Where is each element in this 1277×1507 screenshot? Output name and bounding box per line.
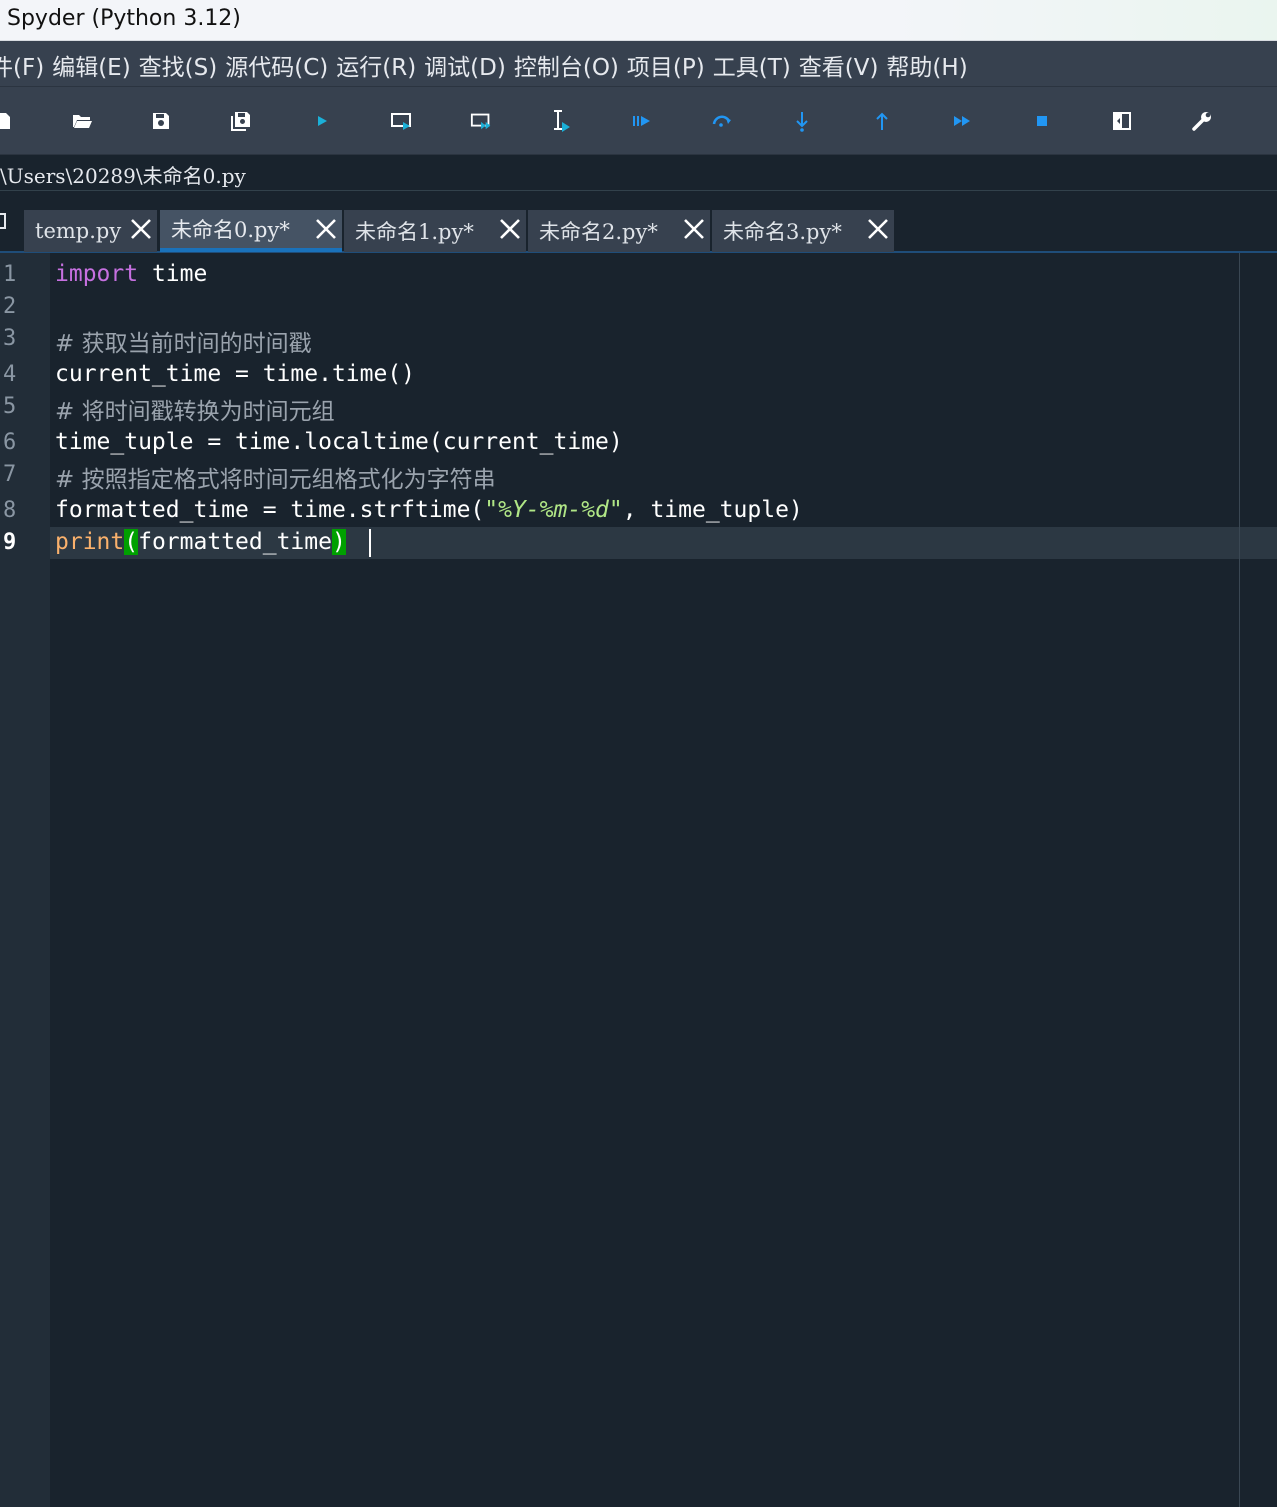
line-number: 6 (3, 430, 17, 455)
builtin-print: print (55, 529, 125, 555)
code-line-9: print(formatted_time) (55, 529, 346, 555)
edge-line (1239, 253, 1240, 1507)
run-cell-icon[interactable] (390, 109, 414, 133)
save-icon[interactable] (149, 109, 173, 133)
close-icon[interactable] (498, 217, 522, 241)
code-line-3: # 获取当前时间的时间戳 (55, 331, 312, 357)
continue-icon[interactable] (950, 109, 974, 133)
preferences-icon[interactable] (1190, 109, 1214, 133)
tab-untitled0[interactable]: 未命名0.py* (160, 210, 342, 252)
close-icon[interactable] (129, 217, 153, 241)
menu-bar: 件(F) 编辑(E) 查找(S) 源代码(C) 运行(R) 调试(D) 控制台(… (0, 41, 1277, 87)
line-number: 2 (3, 294, 17, 319)
run-selection-icon[interactable] (550, 109, 574, 133)
line-number: 5 (3, 394, 17, 419)
open-folder-icon[interactable] (70, 109, 94, 133)
file-path-bar: \Users\20289\未命名0.py (0, 155, 1277, 191)
menu-run[interactable]: 运行(R) (336, 48, 424, 82)
tab-label: 未命名2.py* (539, 220, 658, 244)
line-number: 7 (3, 462, 17, 487)
step-into-icon[interactable] (790, 109, 814, 133)
code-text: formatted_time (138, 529, 332, 555)
code-text: , time_tuple) (622, 497, 803, 523)
tab-untitled2[interactable]: 未命名2.py* (528, 210, 710, 252)
debug-icon[interactable] (630, 109, 654, 133)
menu-file[interactable]: 件(F) (0, 48, 52, 82)
tab-untitled1[interactable]: 未命名1.py* (344, 210, 526, 252)
line-number: 3 (3, 326, 17, 351)
menu-consoles[interactable]: 控制台(O) (514, 48, 627, 82)
matching-paren-close: ) (331, 529, 346, 555)
menu-search[interactable]: 查找(S) (139, 48, 226, 82)
code-line-4: current_time = time.time() (55, 361, 416, 387)
step-over-icon[interactable] (710, 109, 734, 133)
menu-tools[interactable]: 工具(T) (713, 48, 799, 82)
maximize-pane-icon[interactable] (1110, 109, 1134, 133)
tab-label: temp.py (35, 219, 122, 243)
menu-edit[interactable]: 编辑(E) (52, 48, 138, 82)
window-title: Spyder (Python 3.12) (7, 6, 241, 31)
close-icon[interactable] (682, 217, 706, 241)
line-number: 4 (3, 362, 17, 387)
overflow-icon[interactable] (1266, 109, 1277, 133)
text-cursor (369, 529, 371, 557)
line-number-current: 9 (3, 530, 17, 555)
editor-tab-bar: temp.py 未命名0.py* 未命名1.py* 未命名2.py* 未命名3.… (0, 191, 1277, 253)
file-path: \Users\20289\未命名0.py (0, 164, 246, 188)
string-literal: "%Y-%m-%d" (484, 497, 623, 523)
menu-source[interactable]: 源代码(C) (225, 48, 336, 82)
matching-paren-open: ( (124, 529, 139, 555)
line-number: 1 (3, 262, 17, 287)
stop-icon[interactable] (1030, 109, 1054, 133)
code-text: formatted_time = time.strftime( (55, 497, 485, 523)
save-all-icon[interactable] (229, 109, 253, 133)
close-icon[interactable] (866, 217, 890, 241)
run-icon[interactable] (310, 109, 334, 133)
tab-label: 未命名1.py* (355, 220, 474, 244)
menu-debug[interactable]: 调试(D) (424, 48, 514, 82)
menu-view[interactable]: 查看(V) (799, 48, 887, 82)
line-number: 8 (3, 498, 17, 523)
code-line-1: import time (55, 261, 207, 287)
step-return-icon[interactable] (870, 109, 894, 133)
code-text: time (138, 261, 208, 287)
code-line-5: # 将时间戳转换为时间元组 (55, 399, 335, 425)
main-toolbar (0, 87, 1277, 155)
tab-untitled3[interactable]: 未命名3.py* (712, 210, 894, 252)
tab-label: 未命名3.py* (723, 220, 842, 244)
code-line-8: formatted_time = time.strftime("%Y-%m-%d… (55, 497, 803, 523)
code-line-6: time_tuple = time.localtime(current_time… (55, 429, 623, 455)
run-cell-advance-icon[interactable] (470, 109, 494, 133)
new-file-icon[interactable] (0, 109, 16, 133)
tab-temp[interactable]: temp.py (24, 210, 157, 252)
menu-help[interactable]: 帮助(H) (886, 48, 975, 82)
browse-tabs-icon[interactable] (0, 213, 6, 229)
close-icon[interactable] (314, 217, 338, 241)
code-line-7: # 按照指定格式将时间元组格式化为字符串 (55, 467, 496, 493)
tab-label: 未命名0.py* (171, 218, 290, 242)
menu-projects[interactable]: 项目(P) (627, 48, 713, 82)
title-bar: Spyder (Python 3.12) (0, 0, 1277, 41)
keyword-import: import (55, 261, 139, 287)
